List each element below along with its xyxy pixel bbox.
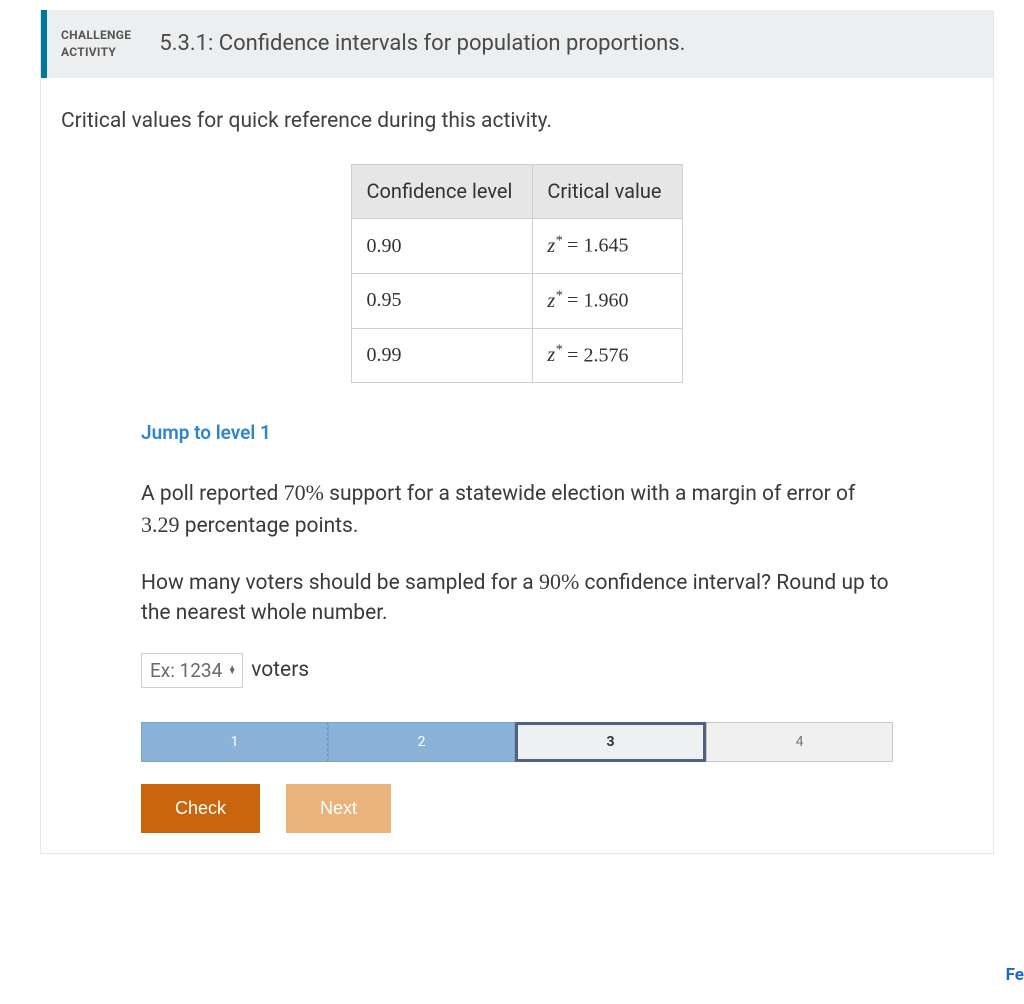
challenge-badge: CHALLENGE ACTIVITY: [47, 15, 149, 73]
q-moe: 3.29: [141, 512, 180, 537]
table-head-critical: Critical value: [533, 165, 682, 219]
q-text: How many voters should be sampled for a: [141, 571, 539, 595]
critical-values-table: Confidence level Critical value 0.90 z* …: [351, 164, 682, 383]
question-text: A poll reported 70% support for a statew…: [141, 477, 893, 629]
progress-strip: 1 2 3 4: [141, 722, 893, 762]
z-value: 2.576: [583, 344, 628, 366]
stepper-icon[interactable]: ▲▼: [228, 666, 236, 674]
challenge-badge-line1: CHALLENGE: [61, 27, 131, 44]
table-row: 0.99 z* = 2.576: [352, 328, 682, 383]
crit-cell: z* = 2.576: [533, 328, 682, 383]
z-value: 1.645: [583, 235, 628, 257]
z-value: 1.960: [583, 290, 628, 312]
answer-row: Ex: 1234 ▲▼ voters: [141, 653, 893, 689]
answer-placeholder: Ex: 1234: [150, 657, 222, 685]
feedback-link[interactable]: Fe: [1006, 963, 1024, 988]
progress-step-3[interactable]: 3: [515, 722, 706, 762]
answer-input[interactable]: Ex: 1234 ▲▼: [141, 653, 243, 689]
q-text: support for a statewide election with a …: [324, 482, 855, 506]
q-percent: 70%: [284, 480, 324, 505]
table-row: 0.90 z* = 1.645: [352, 219, 682, 274]
crit-cell: z* = 1.645: [533, 219, 682, 274]
progress-step-1[interactable]: 1: [141, 722, 328, 762]
challenge-badge-line2: ACTIVITY: [61, 44, 131, 61]
answer-unit: voters: [251, 655, 309, 685]
question-body: Jump to level 1 A poll reported 70% supp…: [41, 411, 993, 853]
crit-cell: z* = 1.960: [533, 273, 682, 328]
jump-level-link[interactable]: Jump to level 1: [141, 419, 271, 447]
conf-cell: 0.99: [352, 328, 533, 383]
activity-header: CHALLENGE ACTIVITY 5.3.1: Confidence int…: [41, 10, 993, 78]
table-head-confidence: Confidence level: [352, 165, 533, 219]
next-button[interactable]: Next: [286, 784, 391, 833]
intro-text: Critical values for quick reference duri…: [41, 78, 993, 148]
button-row: Check Next: [141, 784, 893, 833]
q-conf: 90%: [539, 569, 579, 594]
conf-cell: 0.90: [352, 219, 533, 274]
check-button[interactable]: Check: [141, 784, 260, 833]
activity-container: CHALLENGE ACTIVITY 5.3.1: Confidence int…: [40, 10, 994, 854]
progress-step-4[interactable]: 4: [706, 722, 893, 762]
conf-cell: 0.95: [352, 273, 533, 328]
progress-step-2[interactable]: 2: [328, 722, 515, 762]
q-text: A poll reported: [141, 482, 284, 506]
q-text: percentage points.: [180, 514, 359, 538]
activity-title: 5.3.1: Confidence intervals for populati…: [149, 10, 695, 78]
table-row: 0.95 z* = 1.960: [352, 273, 682, 328]
